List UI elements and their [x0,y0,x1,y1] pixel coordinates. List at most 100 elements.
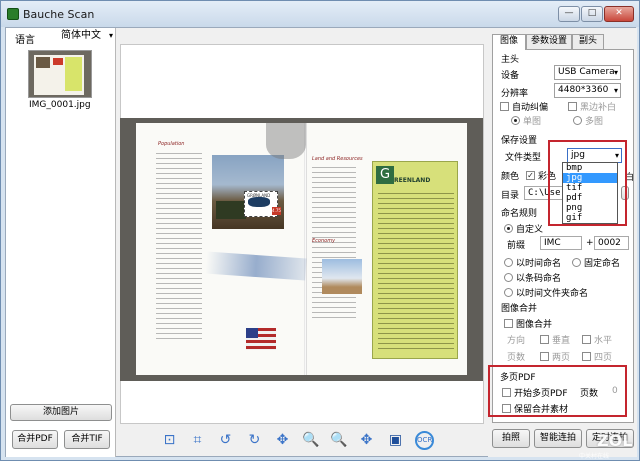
file-type-option-selected[interactable]: jpg [563,173,617,183]
barcode-naming-row[interactable]: 以条码命名 [504,271,561,284]
two-pages-row[interactable]: 两页 [540,350,570,363]
color-mode-label: 彩色 [538,172,557,182]
minimize-button[interactable]: — [558,6,580,22]
start-multi-pdf-checkbox[interactable] [502,388,511,397]
time-naming-radio[interactable] [504,258,513,267]
black-fill-label: 黑边补白 [580,103,617,113]
close-button[interactable]: ✕ [604,6,634,22]
barcode-naming-radio[interactable] [504,273,513,282]
barcode-naming-label: 以条码命名 [516,274,562,284]
horizontal-row[interactable]: 水平 [582,333,612,346]
watermark-logo: ZOL [597,431,633,450]
maximize-button[interactable]: □ [581,6,603,22]
vertical-checkbox[interactable] [540,335,549,344]
file-type-label: 文件类型 [505,153,542,163]
naming-rule-label: 命名规则 [501,209,538,219]
start-multi-pdf-row[interactable]: 开始多页PDF [502,386,568,399]
device-select[interactable]: USB Camera ▾ [554,65,621,80]
custom-naming-row[interactable]: 自定义 [504,222,543,235]
keep-merge-material-checkbox[interactable] [502,404,511,413]
horizontal-label: 水平 [594,336,613,346]
image-merge-section-label: 图像合并 [501,304,538,314]
keep-merge-material-row[interactable]: 保留合并素材 [502,402,568,415]
single-image-label: 单图 [523,117,542,127]
single-image-row[interactable]: 单图 [511,114,541,127]
time-folder-naming-radio[interactable] [504,288,513,297]
merge-pdf-button[interactable]: 合并PDF [12,430,58,449]
add-image-button[interactable]: 添加图片 [10,404,112,421]
horizontal-checkbox[interactable] [582,335,591,344]
fixed-naming-radio[interactable] [572,258,581,267]
multi-image-radio[interactable] [573,116,582,125]
zoom-out-icon[interactable]: 🔍 [302,432,319,449]
resolution-select[interactable]: 4480*3360 ▾ [554,83,621,98]
smart-capture-button[interactable]: 智能连拍 [534,429,582,448]
page-heading-economy: Economy [312,238,336,244]
image-merge-row[interactable]: 图像合并 [504,317,552,330]
tab-image[interactable]: 图像 [492,34,526,50]
file-type-option[interactable]: bmp [563,163,617,173]
file-type-option[interactable]: png [563,203,617,213]
app-icon [7,8,19,20]
counter-field[interactable]: 0002 [594,236,629,250]
fit-icon[interactable]: ✥ [358,432,375,449]
time-folder-naming-row[interactable]: 以时间文件夹命名 [504,286,588,299]
color-label: 颜色 [501,172,520,182]
image-merge-label: 图像合并 [516,320,553,330]
fixed-naming-label: 固定命名 [584,259,621,269]
file-type-dropdown[interactable]: bmp jpg tif pdf png gif [562,162,618,224]
single-image-radio[interactable] [511,116,520,125]
image-merge-checkbox[interactable] [504,319,513,328]
chevron-down-icon: ▾ [613,86,618,95]
time-naming-row[interactable]: 以时间命名 [504,256,561,269]
language-select[interactable]: 简体中文 ▾ [58,29,115,44]
merge-tif-button[interactable]: 合并TIF [64,430,110,449]
four-pages-checkbox[interactable] [582,352,591,361]
film-icon[interactable]: ▣ [387,432,404,449]
prefix-field[interactable]: IMC [540,236,582,250]
crop-icon[interactable]: ⌗ [189,432,206,449]
fixed-naming-row[interactable]: 固定命名 [572,256,620,269]
move-icon[interactable]: ✥ [274,432,291,449]
zoom-in-icon[interactable]: 🔍 [330,432,347,449]
title-bar[interactable]: Bauche Scan — □ ✕ [1,1,639,27]
vertical-row[interactable]: 垂直 [540,333,570,346]
page-heading-land: Land and Resources [312,156,363,162]
file-type-option[interactable]: gif [563,213,617,223]
four-pages-row[interactable]: 四页 [582,350,612,363]
tab-params[interactable]: 参数设置 [526,34,572,49]
black-fill-row[interactable]: 黑边补白 [568,100,616,113]
tab-secondary-camera[interactable]: 副头 [572,34,604,49]
right-panel: 图像 参数设置 副头 主头 设备 USB Camera ▾ 分辨率 4480*33… [488,28,637,457]
save-settings-label: 保存设置 [501,136,538,146]
auto-deskew-checkbox[interactable] [500,102,509,111]
scanned-image: Population GRØNLAND 4.75 Land and Resour… [120,118,483,381]
two-pages-checkbox[interactable] [540,352,549,361]
time-folder-naming-label: 以时间文件夹命名 [516,289,589,299]
multi-image-row[interactable]: 多图 [573,114,603,127]
rotate-right-icon[interactable]: ↻ [246,432,263,449]
scanned-page: Population GRØNLAND 4.75 Land and Resour… [136,123,467,375]
ocr-icon[interactable]: OCR [415,431,434,450]
image-thumbnail[interactable] [28,50,92,98]
browse-button[interactable] [621,186,629,200]
select-icon[interactable]: ⊡ [161,432,178,449]
custom-naming-radio[interactable] [504,224,513,233]
capture-button[interactable]: 拍照 [492,429,530,448]
auto-deskew-label: 自动纠偏 [512,103,549,113]
resolution-label: 分辨率 [501,89,529,99]
file-type-option[interactable]: tif [563,183,617,193]
rotate-left-icon[interactable]: ↺ [217,432,234,449]
time-naming-label: 以时间命名 [516,259,562,269]
app-window: Bauche Scan — □ ✕ 语言 简体中文 ▾ IMG_0001.jpg … [0,0,640,461]
direction-label: 方向 [507,336,526,346]
black-fill-checkbox[interactable] [568,102,577,111]
thumbnail-caption: IMG_0001.jpg [29,100,91,110]
device-value: USB Camera [558,67,615,77]
auto-deskew-row[interactable]: 自动纠偏 [500,100,548,113]
color-checkbox[interactable] [526,171,536,180]
window-title: Bauche Scan [23,8,95,21]
client-area: 语言 简体中文 ▾ IMG_0001.jpg 添加图片 合并PDF 合并TIF P… [5,27,637,457]
file-type-option[interactable]: pdf [563,193,617,203]
file-type-select[interactable]: jpg ▾ [567,148,622,163]
